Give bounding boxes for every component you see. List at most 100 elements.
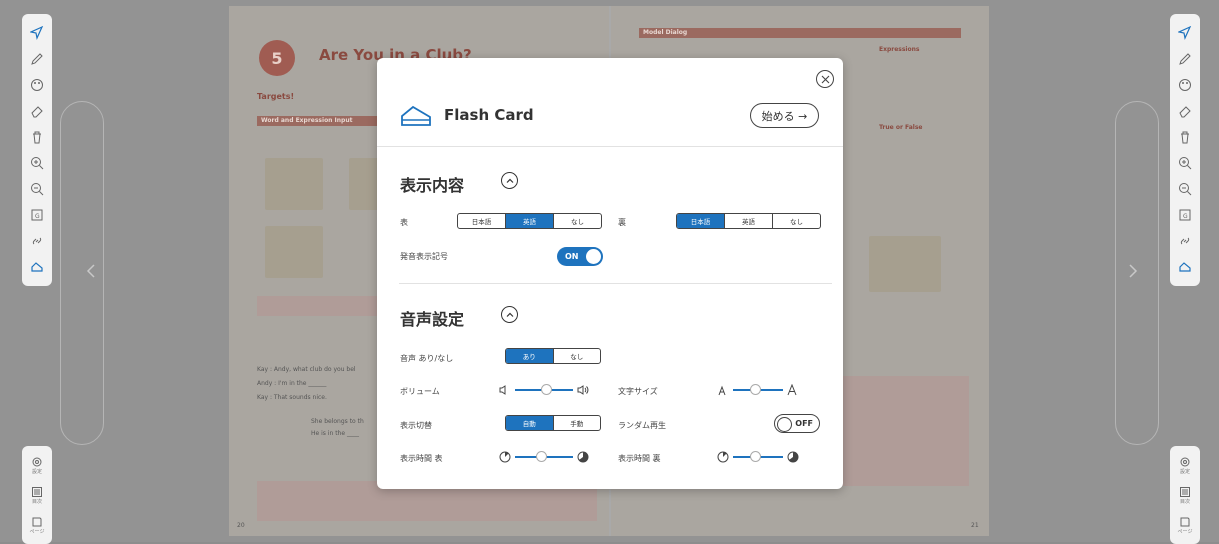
zoom-out-icon[interactable] [24, 177, 50, 201]
back-time-label: 表示時間 裏 [618, 454, 661, 463]
text-large-icon [787, 384, 797, 396]
link-icon[interactable] [1172, 229, 1198, 253]
left-toolbar: G [22, 14, 52, 286]
palette-icon[interactable] [24, 73, 50, 97]
grammar-icon[interactable]: G [1172, 203, 1198, 227]
front-option-ja[interactable]: 日本語 [458, 214, 506, 228]
right-toolbar: G [1170, 14, 1200, 286]
contents-icon [1180, 486, 1190, 497]
section-word-label: Word and Expression Input [261, 117, 353, 124]
text-size-label: 文字サイズ [618, 387, 658, 396]
random-label: ランダム再生 [618, 421, 666, 430]
link-icon[interactable] [24, 229, 50, 253]
contents-button[interactable]: 目次 [1172, 482, 1198, 508]
volume-label: ボリューム [400, 387, 440, 396]
palette-icon[interactable] [1172, 73, 1198, 97]
audio-option-on[interactable]: あり [506, 349, 554, 363]
start-button[interactable]: 始める → [750, 103, 819, 128]
flash-card-icon[interactable] [1172, 255, 1198, 279]
select-icon[interactable] [1172, 21, 1198, 45]
phonetic-toggle-state: ON [565, 252, 579, 261]
divider [399, 283, 832, 284]
next-page-chevron-icon[interactable] [1124, 263, 1140, 279]
slider-thumb[interactable] [541, 384, 553, 395]
dialog-text: She belongs to th [311, 418, 364, 425]
slider-track [515, 384, 573, 395]
contents-button[interactable]: 目次 [24, 482, 50, 508]
back-option-none[interactable]: なし [773, 214, 820, 228]
band-picture [869, 236, 941, 292]
volume-high-icon [577, 385, 589, 395]
trash-icon[interactable] [1172, 125, 1198, 149]
back-option-en[interactable]: 英語 [725, 214, 773, 228]
back-time-slider[interactable] [717, 449, 799, 465]
page-label: ページ [29, 528, 45, 535]
back-option-ja[interactable]: 日本語 [677, 214, 725, 228]
word-box [257, 296, 397, 316]
expressions-label: Expressions [879, 46, 920, 53]
slider-track [733, 384, 783, 395]
prev-page-chevron-icon[interactable] [84, 263, 100, 279]
viewer-background: G 設定 目次 ページ G 設定 目次 ページ 5 Are You in a C… [0, 0, 1219, 544]
audio-label: 音声 あり/なし [400, 354, 454, 363]
dialog-title: Flash Card [444, 106, 534, 124]
phonetic-toggle[interactable]: ON [557, 247, 603, 266]
eraser-icon[interactable] [1172, 99, 1198, 123]
zoom-in-icon[interactable] [24, 151, 50, 175]
timer-short-icon [717, 451, 729, 463]
practice-box [829, 376, 969, 486]
club-picture [265, 226, 323, 278]
flash-card-icon [401, 105, 431, 126]
page-button[interactable]: ページ [24, 512, 50, 538]
page-number-left: 20 [237, 522, 245, 529]
page-button[interactable]: ページ [1172, 512, 1198, 538]
slider-thumb[interactable] [750, 451, 761, 462]
zoom-in-icon[interactable] [1172, 151, 1198, 175]
true-false-label: True or False [879, 124, 923, 131]
text-size-slider[interactable] [717, 382, 799, 398]
contents-label: 目次 [31, 498, 42, 505]
front-option-none[interactable]: なし [554, 214, 601, 228]
settings-button[interactable]: 設定 [24, 452, 50, 478]
audio-section-title: 音声設定 [400, 310, 465, 329]
club-picture [265, 158, 323, 210]
close-icon [821, 75, 829, 83]
front-time-slider[interactable] [499, 449, 589, 465]
dialog-text: Kay : Andy, what club do you bel [257, 366, 356, 373]
zoom-out-icon[interactable] [1172, 177, 1198, 201]
display-collapse-button[interactable] [501, 172, 518, 189]
page-icon [1180, 517, 1190, 526]
settings-button[interactable]: 設定 [1172, 452, 1198, 478]
timer-short-icon [499, 451, 511, 463]
eraser-icon[interactable] [24, 99, 50, 123]
pen-icon[interactable] [24, 47, 50, 71]
grammar-icon[interactable]: G [24, 203, 50, 227]
settings-label: 設定 [1179, 468, 1190, 475]
close-button[interactable] [816, 70, 834, 88]
phonetic-label: 発音表示記号 [400, 252, 448, 261]
settings-icon [1180, 457, 1190, 466]
trash-icon[interactable] [24, 125, 50, 149]
random-toggle-state: OFF [795, 419, 813, 428]
random-toggle[interactable]: OFF [774, 414, 820, 433]
front-label: 表 [400, 218, 408, 227]
pen-icon[interactable] [1172, 47, 1198, 71]
front-option-en[interactable]: 英語 [506, 214, 554, 228]
audio-selector: あり なし [505, 348, 601, 364]
audio-collapse-button[interactable] [501, 306, 518, 323]
chevron-up-icon [506, 178, 513, 183]
switch-option-auto[interactable]: 自動 [506, 416, 554, 430]
flash-card-icon[interactable] [24, 255, 50, 279]
audio-option-off[interactable]: なし [554, 349, 601, 363]
switch-label: 表示切替 [400, 421, 432, 430]
model-dialog-band [639, 28, 961, 38]
display-section-title: 表示内容 [400, 176, 465, 195]
toggle-knob [777, 416, 792, 432]
switch-option-manual[interactable]: 手動 [554, 416, 601, 430]
switch-selector: 自動 手動 [505, 415, 601, 431]
slider-thumb[interactable] [750, 384, 761, 395]
volume-slider[interactable] [499, 382, 589, 398]
chevron-up-icon [506, 312, 513, 317]
slider-thumb[interactable] [535, 451, 547, 462]
select-icon[interactable] [24, 21, 50, 45]
